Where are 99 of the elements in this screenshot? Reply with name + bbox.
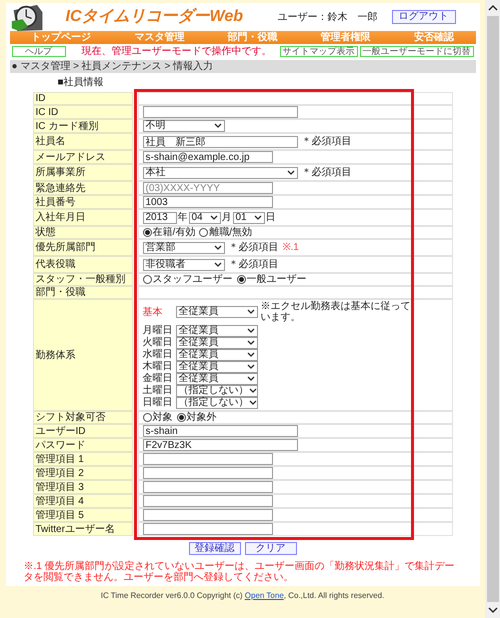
field-label: 部門・役職 xyxy=(32,286,132,299)
chevron-down-icon xyxy=(214,244,222,250)
text-field[interactable] xyxy=(142,509,272,521)
chevron-down-icon xyxy=(214,262,222,268)
weekday-label: 日曜日 xyxy=(142,398,172,408)
footnote-text: ※.1 優先所属部門が設定されていないユーザーは、ユーザー画面の「勤務状況集計」で集計データを閲覧できません。ユーザーを部門へ登録してください。 xyxy=(24,561,456,583)
text-field[interactable]: F2v7Bz3K xyxy=(142,439,298,451)
unit-label: 月 xyxy=(222,211,232,225)
help-button[interactable]: ヘルプ xyxy=(12,46,66,57)
switch-mode-button[interactable]: 一般ユーザーモードに切替 xyxy=(360,46,474,57)
dropdown[interactable]: 全従業員 xyxy=(176,325,258,337)
radio-option[interactable]: 離職/無効 xyxy=(199,228,252,238)
chevron-down-icon xyxy=(210,214,218,220)
dropdown[interactable]: 01 xyxy=(232,212,264,224)
sitemap-button[interactable]: サイトマップ表示 xyxy=(280,46,358,57)
required-note: ＊必須項目 xyxy=(228,240,278,255)
field-label: ユーザーID xyxy=(32,424,132,438)
form-button[interactable]: 登録確認 xyxy=(188,542,240,555)
text-field[interactable] xyxy=(142,495,272,507)
required-note: ＊必須項目 xyxy=(302,134,352,149)
dropdown[interactable]: 本社 xyxy=(142,166,298,178)
section-title: ■社員情報 xyxy=(58,77,105,89)
dropdown[interactable]: （指定しない） xyxy=(176,385,258,397)
dropdown[interactable]: 非役職者 xyxy=(142,258,224,270)
text-field[interactable]: (03)XXXX-YYYY xyxy=(142,182,272,194)
weekday-label: 木曜日 xyxy=(142,362,172,372)
text-field[interactable]: s-shain@example.co.jp xyxy=(142,151,272,163)
text-field[interactable] xyxy=(142,467,272,479)
required-note: ＊必須項目 xyxy=(228,258,278,272)
field-label: スタッフ・一般種別 xyxy=(32,273,132,286)
radio-option[interactable]: 一般ユーザー xyxy=(236,274,306,284)
breadcrumb: ● マスタ管理 > 社員メンテナンス > 情報入力 xyxy=(10,60,476,73)
scroll-down-icon[interactable] xyxy=(488,606,498,614)
text-field[interactable]: 1003 xyxy=(142,196,272,208)
field-label: IC カード種別 xyxy=(32,119,132,133)
field-label: 管理項目 4 xyxy=(32,494,132,508)
field-label: 緊急連絡先 xyxy=(32,181,132,195)
mode-notice: 現在、管理ユーザーモードで操作中です。 xyxy=(82,46,272,56)
unit-label: 日 xyxy=(266,211,276,225)
text-field[interactable] xyxy=(142,453,272,465)
text-field[interactable] xyxy=(142,481,272,493)
weekday-label: 土曜日 xyxy=(142,386,172,396)
dropdown[interactable]: 04 xyxy=(188,212,220,224)
dropdown[interactable]: 全従業員 xyxy=(176,373,258,385)
text-field[interactable] xyxy=(142,106,298,118)
footnote-mark: ※.1 xyxy=(282,241,299,255)
schedule-note: ※エクセル勤務表は基本に従っています。 xyxy=(260,301,410,323)
chevron-down-icon xyxy=(246,309,254,315)
required-note: ＊必須項目 xyxy=(302,166,352,180)
field-label: 代表役職 xyxy=(32,256,132,273)
unit-label: 年 xyxy=(178,211,188,225)
weekday-label: 水曜日 xyxy=(142,350,172,360)
dropdown[interactable]: 営業部 xyxy=(142,242,224,254)
chevron-down-icon xyxy=(214,123,222,129)
text-field[interactable]: s-shain xyxy=(142,425,298,437)
field-label: 管理項目 1 xyxy=(32,452,132,466)
chevron-down-icon xyxy=(286,170,294,176)
field-label: 勤務体系 xyxy=(32,299,132,411)
company-link[interactable]: Open Tone xyxy=(244,591,284,600)
weekday-label: 火曜日 xyxy=(142,338,172,348)
field-label: 優先所属部門 xyxy=(32,239,132,256)
field-label: 管理項目 5 xyxy=(32,508,132,522)
field-label: パスワード xyxy=(32,438,132,452)
scroll-up-icon[interactable] xyxy=(488,4,498,12)
field-label: 社員番号 xyxy=(32,195,132,209)
radio-option[interactable]: スタッフユーザー xyxy=(142,274,232,284)
field-label: IC ID xyxy=(32,105,132,119)
field-label: 管理項目 3 xyxy=(32,480,132,494)
field-label: 社員名 xyxy=(32,133,132,150)
radio-option[interactable]: 対象 xyxy=(142,412,172,422)
dropdown[interactable]: （指定しない） xyxy=(176,397,258,409)
form-button[interactable]: クリア xyxy=(244,542,296,555)
text-field[interactable]: 2013 xyxy=(142,212,176,224)
app-title: ICタイムリコーダーWeb xyxy=(66,6,243,27)
base-label: 基本 xyxy=(142,306,164,320)
copyright-text: IC Time Recorder ver6.0.0 Copyright (c) Open Tone, Co.,Ltd. All rights reserved. xyxy=(100,590,384,602)
user-name: ユーザー：鈴木 一郎 xyxy=(278,10,378,24)
radio-option[interactable]: 在籍/有効 xyxy=(142,228,196,238)
clock-logo-icon xyxy=(10,2,46,32)
weekday-label: 月曜日 xyxy=(142,326,172,336)
dropdown[interactable]: 全従業員 xyxy=(176,349,258,361)
field-label: メールアドレス xyxy=(32,150,132,164)
logout-button[interactable]: ログアウト xyxy=(392,10,456,24)
field-label: Twitterユーザー名 xyxy=(32,522,132,536)
field-label: シフト対象可否 xyxy=(32,411,132,424)
chevron-down-icon xyxy=(254,214,262,220)
radio-option[interactable]: 対象外 xyxy=(176,412,216,422)
dropdown[interactable]: 不明 xyxy=(142,120,224,132)
field-label: 状態 xyxy=(32,226,132,239)
scrollbar[interactable] xyxy=(485,0,500,618)
dropdown[interactable]: 全従業員 xyxy=(176,361,258,373)
field-label: 所属事業所 xyxy=(32,164,132,181)
dropdown[interactable]: 全従業員 xyxy=(176,337,258,349)
field-label: ID xyxy=(32,92,132,105)
dropdown[interactable]: 全従業員 xyxy=(176,306,258,318)
field-label: 入社年月日 xyxy=(32,209,132,226)
field-label: 管理項目 2 xyxy=(32,466,132,480)
weekday-label: 金曜日 xyxy=(142,374,172,384)
text-field[interactable] xyxy=(142,523,272,535)
